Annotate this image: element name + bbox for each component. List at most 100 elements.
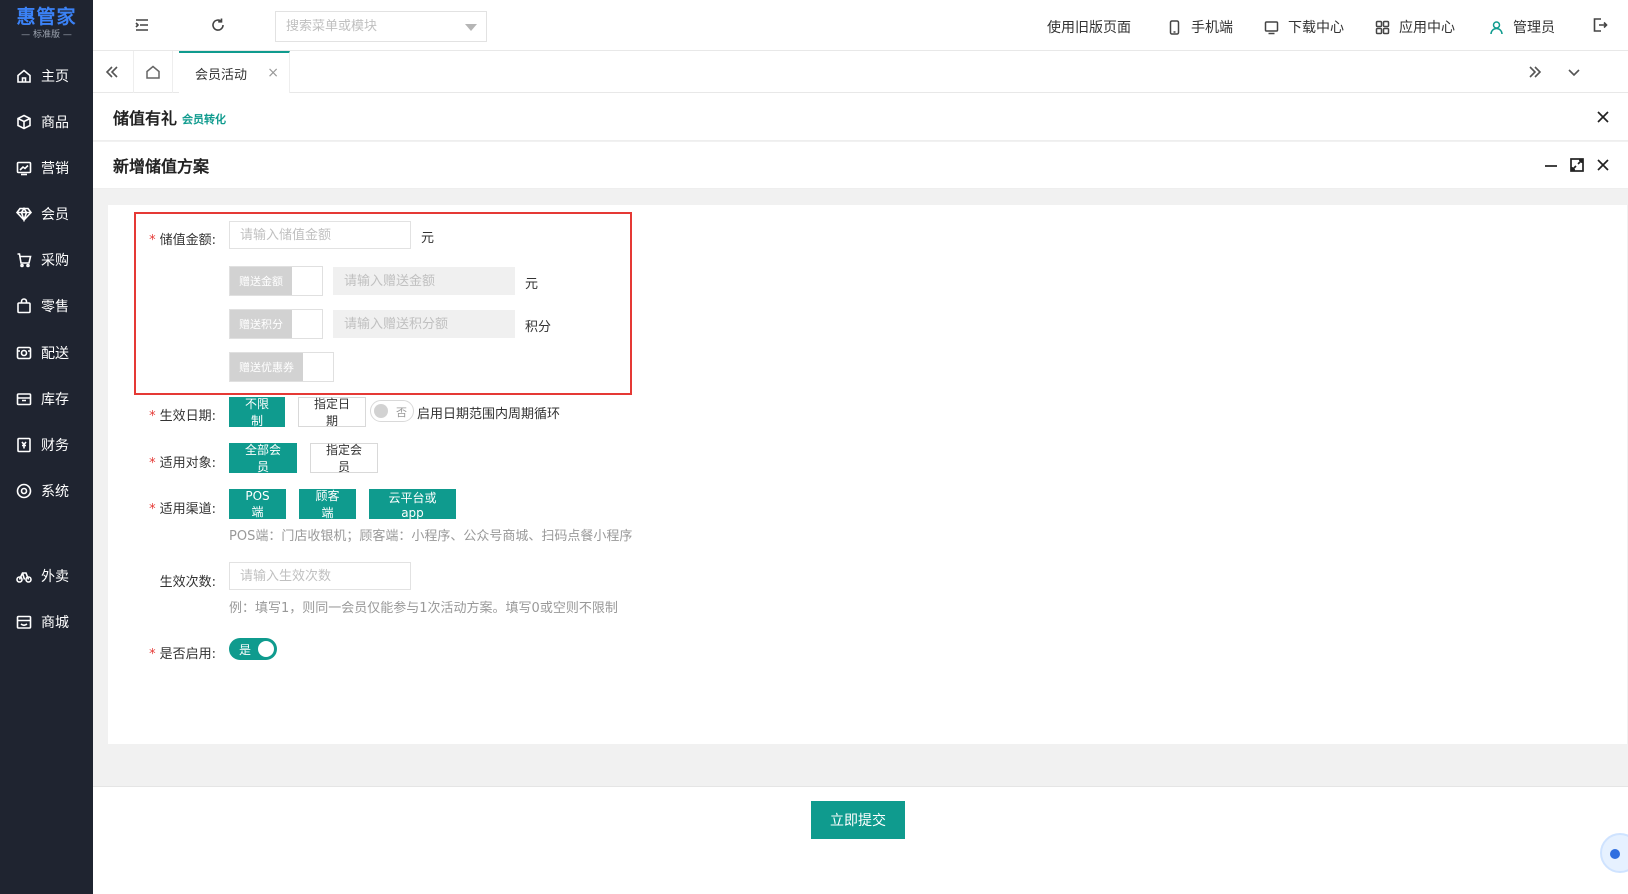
tab-label: 会员活动 — [195, 67, 248, 83]
channel-hint: POS端：门店收银机；顾客端：小程序、公众号商城、扫码点餐小程序 — [229, 529, 633, 544]
app-center-link[interactable]: 应用中心 — [1375, 17, 1455, 37]
top-header: 使用旧版页面 手机端 下载中心 应用中心 管理员 — [93, 0, 1628, 51]
gift-coupon-switch[interactable]: 赠送优惠券 — [229, 352, 334, 382]
section-header-stored-value: 储值有礼 会员转化 — [93, 94, 1628, 141]
date-unlimited-button[interactable]: 不限制 — [229, 397, 285, 428]
logo-edition: — 标准版 — — [21, 30, 72, 40]
sidebar-item-takeout[interactable]: 外卖 — [0, 556, 93, 596]
channel-customer-button[interactable]: 顾客端 — [299, 489, 356, 520]
sidebar-item-label: 商城 — [41, 615, 69, 631]
user-icon — [1490, 20, 1503, 34]
channel-label: * 适用渠道: — [149, 502, 216, 517]
cart-icon — [17, 253, 32, 268]
target-specify-button[interactable]: 指定会员 — [310, 443, 378, 474]
chevron-down-icon[interactable] — [465, 24, 477, 31]
menu-collapse-icon[interactable] — [133, 16, 151, 34]
sidebar-item-label: 库存 — [41, 392, 69, 408]
form-panel: *储值金额: 元 赠送金额 元 赠送积分 积分 赠送优惠券 *生效日期: 不限制… — [108, 205, 1627, 744]
app-center-label: 应用中心 — [1399, 20, 1455, 36]
logo[interactable]: 惠管家 — 标准版 — — [0, 0, 93, 48]
download-center-label: 下载中心 — [1288, 20, 1344, 36]
sidebar-item-label: 商品 — [41, 115, 69, 131]
truck-icon — [16, 346, 32, 360]
sidebar-item-delivery[interactable]: 配送 — [0, 333, 93, 373]
target-all-button[interactable]: 全部会员 — [229, 443, 297, 474]
home-icon — [146, 65, 160, 79]
sidebar-item-system[interactable]: 系统 — [0, 471, 93, 511]
bag-icon — [17, 298, 31, 314]
sidebar-item-label: 营销 — [41, 161, 69, 177]
sidebar-item-retail[interactable]: 零售 — [0, 286, 93, 326]
search-input[interactable] — [286, 19, 466, 34]
gift-amount-input[interactable] — [333, 267, 515, 295]
sidebar-item-inventory[interactable]: 库存 — [0, 379, 93, 419]
tab-home[interactable] — [133, 51, 173, 93]
target-label: * 适用对象: — [149, 456, 216, 471]
tabs-scroll-right-icon[interactable] — [1516, 51, 1554, 93]
close-icon[interactable] — [1595, 157, 1611, 173]
amount-label: * 储值金额: — [149, 233, 216, 248]
sidebar-item-marketing[interactable]: 营销 — [0, 148, 93, 188]
sidebar-item-goods[interactable]: 商品 — [0, 102, 93, 142]
enabled-label: * 是否启用: — [149, 647, 216, 662]
gift-points-switch[interactable]: 赠送积分 — [229, 309, 323, 339]
sidebar-item-member[interactable]: 会员 — [0, 194, 93, 234]
page-title: 储值有礼 — [113, 109, 178, 128]
gift-points-input[interactable] — [333, 310, 515, 338]
phone-icon — [1169, 19, 1180, 35]
cycle-label: 启用日期范围内周期循环 — [417, 407, 561, 422]
content-area: 储值有礼 会员转化 新增储值方案 *储值金额: 元 赠送金额 元 赠送积分 — [93, 94, 1628, 894]
sidebar-item-home[interactable]: 主页 — [0, 56, 93, 96]
tab-member-activity[interactable]: 会员活动 × — [179, 51, 290, 93]
apps-grid-icon — [1375, 20, 1390, 34]
sidebar-item-purchase[interactable]: 采购 — [0, 240, 93, 280]
form-footer: 立即提交 — [93, 786, 1628, 894]
close-icon[interactable] — [1595, 109, 1611, 125]
gift-amount-unit: 元 — [525, 277, 539, 292]
refresh-icon[interactable] — [209, 16, 227, 34]
inventory-icon — [16, 393, 32, 406]
box-icon — [17, 114, 31, 130]
cycle-toggle[interactable]: 否 — [370, 400, 414, 422]
sidebar-item-label: 零售 — [41, 299, 69, 315]
sidebar: 惠管家 — 标准版 — 主页 商品 营销 会员 采购 零售 配送 库存 财务 系… — [0, 0, 93, 894]
amount-unit: 元 — [421, 231, 435, 246]
tabs-scroll-left-icon[interactable] — [93, 51, 131, 93]
maximize-icon[interactable] — [1569, 157, 1585, 173]
sidebar-item-mall[interactable]: 商城 — [0, 602, 93, 642]
search-select[interactable] — [275, 11, 487, 42]
submit-button[interactable]: 立即提交 — [811, 801, 905, 839]
tab-bar: 会员活动 × — [93, 51, 1628, 93]
channel-cloud-button[interactable]: 云平台或app — [369, 489, 456, 520]
section-header-new-plan: 新增储值方案 — [93, 142, 1628, 189]
channel-pos-button[interactable]: POS端 — [229, 489, 286, 519]
gift-amount-switch[interactable]: 赠送金额 — [229, 266, 323, 296]
logout-icon[interactable] — [1591, 16, 1609, 34]
mobile-link[interactable]: 手机端 — [1167, 17, 1233, 37]
sidebar-item-label: 主页 — [41, 69, 69, 85]
old-page-link[interactable]: 使用旧版页面 — [1047, 17, 1131, 37]
logo-text: 惠管家 — [16, 6, 77, 28]
gift-points-unit: 积分 — [525, 320, 552, 335]
sidebar-item-label: 采购 — [41, 253, 69, 269]
amount-input[interactable] — [229, 221, 411, 249]
minimize-icon[interactable] — [1543, 157, 1559, 173]
enabled-toggle[interactable]: 是 — [229, 638, 277, 660]
dialog-title: 新增储值方案 — [113, 157, 210, 176]
diamond-icon — [16, 206, 32, 222]
tabs-dropdown-icon[interactable] — [1555, 51, 1593, 93]
close-icon[interactable]: × — [267, 65, 279, 81]
bike-icon — [16, 572, 32, 583]
date-specify-button[interactable]: 指定日期 — [298, 397, 366, 428]
title-tag: 会员转化 — [182, 113, 227, 126]
monitor-icon — [1264, 20, 1279, 34]
download-center-link[interactable]: 下载中心 — [1264, 17, 1344, 37]
times-input[interactable] — [229, 562, 411, 590]
times-label: 生效次数: — [159, 575, 216, 590]
home-icon — [17, 69, 31, 83]
sidebar-item-label: 财务 — [41, 438, 69, 454]
times-hint: 例：填写1，则同一会员仅能参与1次活动方案。填写0或空则不限制 — [229, 601, 618, 616]
sidebar-item-finance[interactable]: 财务 — [0, 425, 93, 465]
user-menu[interactable]: 管理员 — [1489, 17, 1555, 37]
sidebar-item-label: 会员 — [41, 207, 69, 223]
